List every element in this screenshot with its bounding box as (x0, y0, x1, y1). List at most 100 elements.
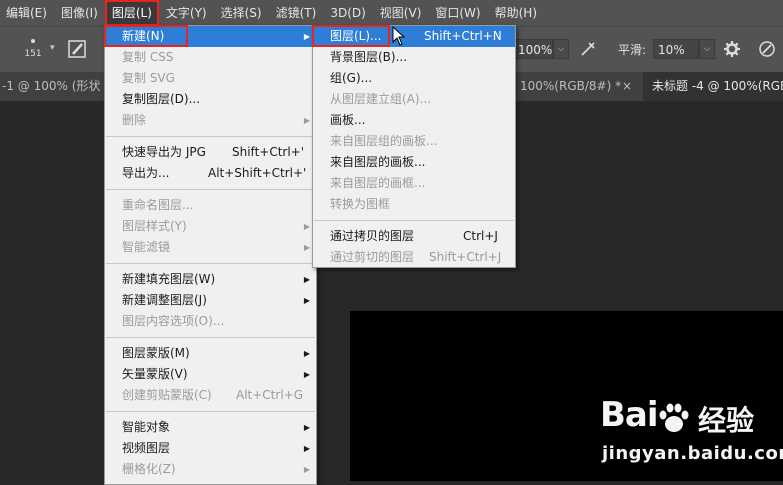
menu-item-label: 通过拷贝的图层 (330, 229, 415, 243)
new-submenu-item[interactable]: 通过拷贝的图层 Ctrl+J (313, 226, 515, 247)
menu-item-shortcut: Alt+Shift+Ctrl+' (208, 166, 307, 180)
layer-menu: 新建(N) ▶ 复制 CSS 复制 SVG 复制图层(D)... 删除 ▶ 快速导出为 JPG… (104, 25, 317, 485)
menu-layer[interactable]: 图层(L) (104, 0, 159, 26)
menu-item-label: 图层样式(Y) (122, 219, 187, 233)
zoom-dropdown-icon[interactable]: ⌵ (553, 39, 569, 59)
submenu-arrow-icon: ▶ (303, 423, 310, 432)
smoothing-label: 平滑: (618, 43, 647, 57)
new-submenu-item[interactable]: 来自图层的画板... (313, 152, 515, 173)
new-submenu-item: 来自图层组的画板... (313, 131, 515, 152)
menu-item-label: 背景图层(B)... (330, 50, 408, 64)
layer-menu-item[interactable]: 快速导出为 JPG Shift+Ctrl+' (105, 142, 316, 163)
menu-help[interactable]: 帮助(H) (488, 0, 544, 26)
new-submenu-item: 转换为图框 (313, 194, 515, 215)
layer-menu-item[interactable]: 智能对象 ▶ (105, 417, 316, 438)
submenu-arrow-icon: ▶ (303, 465, 310, 474)
layer-menu-item: 重命名图层... (105, 195, 316, 216)
layer-menu-item[interactable]: 新建(N) ▶ (105, 26, 316, 47)
tab-document-2[interactable]: 100%(RGB/8#) * (520, 72, 621, 101)
menu-item-label: 复制 CSS (122, 50, 174, 64)
menu-item-label: 重命名图层... (122, 198, 194, 212)
menu-item-label: 从图层建立组(A)... (330, 92, 432, 106)
menu-filter[interactable]: 滤镜(T) (269, 0, 324, 26)
menu-item-label: 快速导出为 JPG (122, 145, 206, 159)
menu-item-label: 视频图层 (122, 441, 171, 455)
layer-menu-item[interactable]: 新建调整图层(J) ▶ (105, 290, 316, 311)
menu-item-label: 图层蒙版(M) (122, 346, 190, 360)
layer-menu-item: 创建剪贴蒙版(C) Alt+Ctrl+G (105, 385, 316, 406)
menu-item-shortcut: Shift+Ctrl+' (232, 145, 305, 159)
baidu-paw-icon (659, 403, 689, 432)
menu-separator (106, 411, 315, 412)
submenu-arrow-icon: ▶ (303, 222, 310, 231)
menu-item-label: 来自图层的画板... (330, 155, 426, 169)
brush-dropdown-icon[interactable]: ▾ (50, 43, 55, 53)
layer-menu-item[interactable]: 新建填充图层(W) ▶ (105, 269, 316, 290)
menu-item-label: 智能滤镜 (122, 240, 171, 254)
new-submenu-item: 从图层建立组(A)... (313, 89, 515, 110)
layer-menu-item[interactable]: 导出为... Alt+Shift+Ctrl+' (105, 163, 316, 184)
menu-item-label: 栅格化(Z) (122, 462, 176, 476)
tab-close-icon[interactable]: × (622, 72, 632, 101)
new-submenu-item[interactable]: 画板... (313, 110, 515, 131)
menu-item-shortcut: Shift+Ctrl+N (424, 29, 502, 43)
layer-menu-item[interactable]: 视频图层 ▶ (105, 438, 316, 459)
menu-item-label: 转换为图框 (330, 197, 391, 211)
menu-item-label: 矢量蒙版(V) (122, 367, 188, 381)
menu-separator (314, 220, 514, 221)
menu-item-label: 创建剪贴蒙版(C) (122, 388, 212, 402)
layer-menu-item: 删除 ▶ (105, 110, 316, 131)
layer-menu-item: 图层内容选项(O)... (105, 311, 316, 332)
layer-menu-item: 图层样式(Y) ▶ (105, 216, 316, 237)
submenu-arrow-icon: ▶ (303, 296, 310, 305)
menu-bar: 编辑(E) 图像(I) 图层(L) 文字(Y) 选择(S) 滤镜(T) 3D(D… (0, 0, 783, 26)
layer-menu-item[interactable]: 矢量蒙版(V) ▶ (105, 364, 316, 385)
menu-item-label: 新建(N) (122, 29, 165, 43)
new-submenu-item[interactable]: 图层(L)... Shift+Ctrl+N (313, 26, 515, 47)
menu-edit[interactable]: 编辑(E) (0, 0, 54, 26)
baidu-jingyan-watermark: Bai 经验 jingyan.baidu.com (600, 395, 783, 475)
menu-item-label: 复制图层(D)... (122, 92, 201, 106)
smoothing-dropdown-icon[interactable]: ⌵ (699, 39, 715, 59)
menu-item-label: 组(G)... (330, 71, 373, 85)
layer-menu-item[interactable]: 复制图层(D)... (105, 89, 316, 110)
menu-separator (106, 189, 315, 190)
airbrush-icon[interactable] (579, 40, 597, 58)
zoom-field[interactable]: 100% (513, 39, 553, 59)
submenu-arrow-icon: ▶ (303, 444, 310, 453)
new-submenu-item: 通过剪切的图层 Shift+Ctrl+J (313, 247, 515, 268)
gear-icon[interactable] (723, 40, 741, 58)
menu-separator (106, 136, 315, 137)
menu-item-label: 删除 (122, 113, 147, 127)
menu-window[interactable]: 窗口(W) (428, 0, 487, 26)
new-submenu-item[interactable]: 组(G)... (313, 68, 515, 89)
layer-menu-item[interactable]: 图层蒙版(M) ▶ (105, 343, 316, 364)
menu-item-label: 新建填充图层(W) (122, 272, 216, 286)
submenu-arrow-icon: ▶ (303, 275, 310, 284)
menu-3d[interactable]: 3D(D) (323, 0, 372, 26)
menu-view[interactable]: 视图(V) (373, 0, 429, 26)
menu-separator (106, 263, 315, 264)
menu-item-label: 来自图层的画框... (330, 176, 426, 190)
menu-item-shortcut: Alt+Ctrl+G (236, 388, 304, 402)
menu-item-label: 新建调整图层(J) (122, 293, 207, 307)
menu-item-label: 导出为... (122, 166, 170, 180)
menu-separator (106, 337, 315, 338)
pressure-icon[interactable] (758, 40, 776, 58)
brush-preset-picker[interactable]: 151 (20, 35, 46, 65)
menu-select[interactable]: 选择(S) (214, 0, 269, 26)
smoothing-field[interactable]: 10% (653, 39, 699, 59)
menu-type[interactable]: 文字(Y) (159, 0, 214, 26)
menu-item-label: 图层内容选项(O)... (122, 314, 225, 328)
brush-settings-icon[interactable] (68, 39, 88, 59)
menu-image[interactable]: 图像(I) (54, 0, 105, 26)
menu-item-label: 通过剪切的图层 (330, 250, 415, 264)
tab-document-1[interactable]: -1 @ 100% (形状 (2, 72, 100, 101)
submenu-arrow-icon: ▶ (303, 116, 310, 125)
tab-document-3[interactable]: 未标题 -4 @ 100%(RGB (643, 72, 783, 101)
new-submenu-item[interactable]: 背景图层(B)... (313, 47, 515, 68)
menu-item-shortcut: Shift+Ctrl+J (429, 250, 502, 264)
layer-menu-item: 复制 CSS (105, 47, 316, 68)
new-submenu: 图层(L)... Shift+Ctrl+N 背景图层(B)... 组(G)... 从图层… (312, 25, 516, 268)
brush-size: 151 (24, 49, 42, 59)
